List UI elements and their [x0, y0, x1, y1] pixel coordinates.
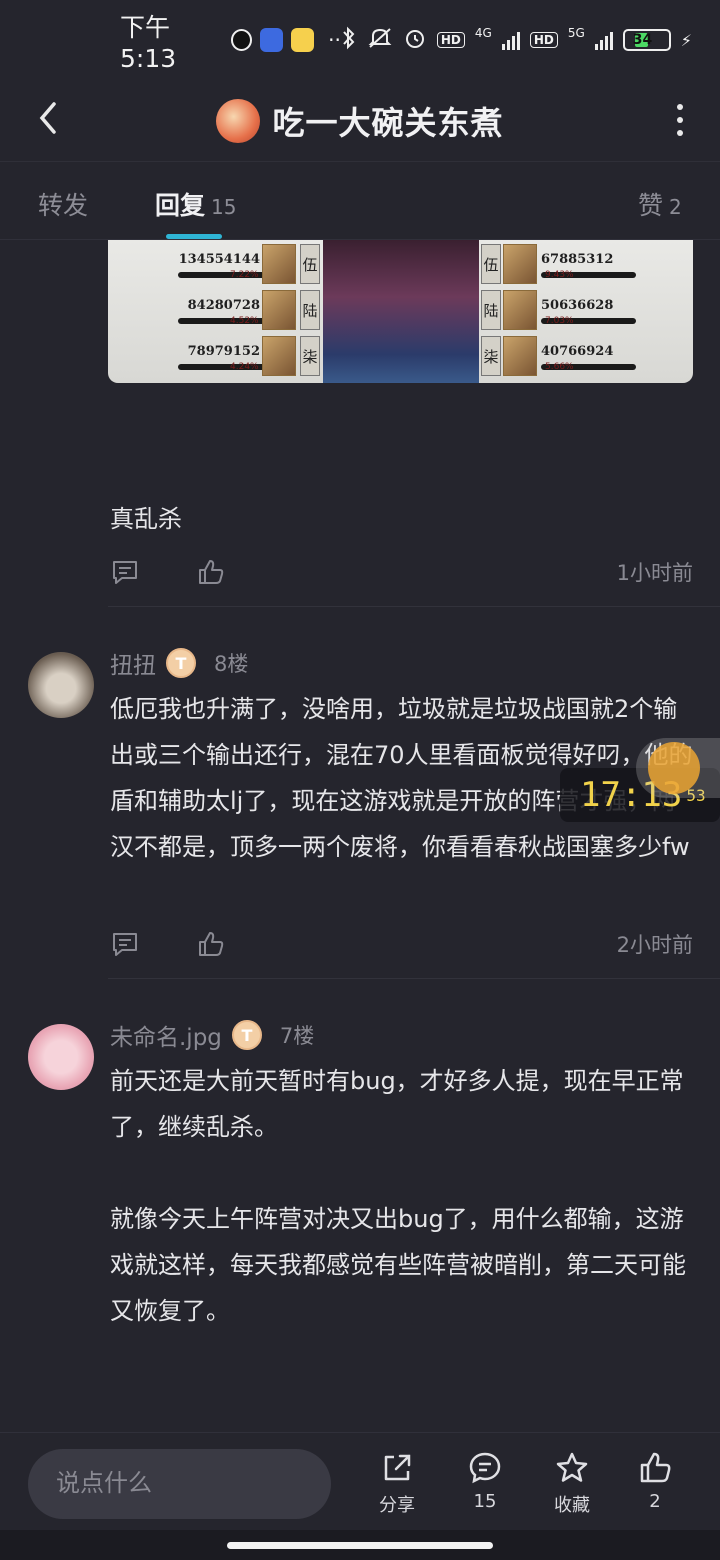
user-avatar[interactable]	[28, 1024, 94, 1090]
status-time: 下午5:13	[120, 12, 177, 73]
like-icon[interactable]	[196, 557, 226, 587]
home-indicator[interactable]	[227, 1542, 493, 1549]
more-dot-icon	[677, 104, 683, 110]
reply-icon[interactable]	[110, 929, 140, 959]
username[interactable]: 未命名.jpg	[110, 1018, 222, 1052]
left-rank-row: 134554144 7.22% 伍	[108, 242, 323, 286]
status-app-icon-1	[231, 29, 253, 51]
hero-portrait	[503, 290, 537, 330]
comment-author-row: 扭扭 T 8楼	[110, 646, 248, 680]
battery-icon: 34	[622, 29, 671, 51]
status-more-icon: ··	[328, 28, 341, 52]
tab-repost[interactable]: 转发	[38, 186, 88, 222]
divider	[108, 978, 720, 979]
hero-portrait	[262, 290, 296, 330]
right-rank-row: 柒 40766924 5.66%	[479, 334, 693, 378]
signal-icon	[501, 30, 520, 50]
left-rank-row: 78979152 4.24% 柒	[108, 334, 323, 378]
battery-level: 34	[632, 32, 653, 48]
comment-count: 15	[473, 1491, 497, 1512]
like-count: 2	[649, 1491, 661, 1512]
charging-icon: ⚡	[680, 30, 692, 50]
author-avatar[interactable]	[216, 98, 261, 143]
like-icon[interactable]	[196, 929, 226, 959]
back-button[interactable]	[26, 96, 70, 140]
comment-author-row: 未命名.jpg T 7楼	[110, 1018, 314, 1052]
floor-number: 7楼	[279, 1024, 315, 1048]
hero-portrait	[262, 336, 296, 376]
user-avatar[interactable]	[28, 652, 94, 718]
hero-portrait	[503, 244, 537, 284]
page-title: 吃一大碗关东煮	[272, 103, 504, 142]
signal-icon-2	[594, 30, 613, 50]
bluetooth-icon	[341, 26, 357, 54]
comment-input[interactable]	[28, 1449, 331, 1519]
status-bar: 下午5:13 ·· HD 4G HD 5G 34 ⚡	[0, 0, 720, 80]
mute-icon	[367, 26, 393, 54]
bottom-action-bar: 分享 15 收藏 2	[0, 1432, 720, 1530]
comment-text-paragraph-2: 就像今天上午阵营对决又出bug了，用什么都输，这游戏就这样，每天我都感觉有些阵营…	[110, 1205, 686, 1325]
title-group[interactable]: 吃一大碗关东煮	[216, 98, 503, 144]
hd-badge: HD	[436, 32, 465, 48]
assistant-ball-icon	[648, 742, 700, 794]
more-button[interactable]	[670, 98, 690, 142]
status-app-icon-2	[260, 28, 284, 52]
character-art	[323, 240, 479, 383]
star-icon	[556, 1452, 588, 1482]
floating-assistant-ball[interactable]	[636, 738, 720, 798]
hd-badge-2: HD	[529, 32, 558, 48]
favorite-button[interactable]: 收藏	[537, 1451, 607, 1517]
floor-number: 8楼	[214, 652, 249, 676]
hero-portrait	[503, 336, 537, 376]
hero-portrait	[262, 244, 296, 284]
left-rank-row: 84280728 4.52% 陆	[108, 288, 323, 332]
right-rank-row: 伍 67885312 9.43%	[479, 242, 693, 286]
reply-icon[interactable]	[110, 557, 140, 587]
back-arrow-icon	[39, 102, 56, 134]
comment-actions: 2小时前	[110, 924, 693, 964]
share-label: 分享	[379, 1495, 415, 1516]
gesture-bar	[0, 1530, 720, 1560]
comment-image[interactable]: 134554144 7.22% 伍 84280728 4.52% 陆 78979…	[108, 240, 693, 383]
divider	[108, 606, 720, 607]
tab-indicator	[166, 234, 222, 239]
network-5g: 5G	[567, 26, 585, 40]
comment-time: 1小时前	[616, 561, 693, 585]
comment-icon	[469, 1452, 501, 1484]
right-rank-row: 陆 50636628 7.03%	[479, 288, 693, 332]
replies-count: 15	[211, 195, 237, 219]
username[interactable]: 扭扭	[110, 646, 156, 680]
like-button[interactable]: 2	[620, 1451, 690, 1512]
share-button[interactable]: 分享	[362, 1451, 432, 1517]
comment-text: 真乱杀	[110, 505, 182, 533]
alarm-icon	[403, 26, 427, 54]
tab-bar: 转发 回复 15 赞2	[0, 162, 720, 240]
likes-count: 2	[669, 195, 682, 219]
top-bar: 吃一大碗关东煮	[0, 80, 720, 162]
thumbs-up-icon	[640, 1452, 671, 1483]
tab-replies[interactable]: 回复 15	[155, 186, 236, 222]
comment-actions: 1小时前	[110, 552, 693, 592]
status-app-icon-3	[291, 28, 315, 52]
level-badge: T	[231, 1020, 262, 1050]
comments-button[interactable]: 15	[450, 1451, 520, 1512]
tab-likes[interactable]: 赞2	[638, 186, 682, 222]
comment-time: 2小时前	[616, 933, 693, 957]
favorite-label: 收藏	[554, 1495, 590, 1516]
share-icon	[384, 1454, 411, 1481]
comment-text-paragraph-1: 前天还是大前天暂时有bug，才好多人提，现在早正常了，继续乱杀。	[110, 1067, 684, 1141]
level-badge: T	[166, 648, 196, 678]
network-4g: 4G	[474, 26, 492, 40]
